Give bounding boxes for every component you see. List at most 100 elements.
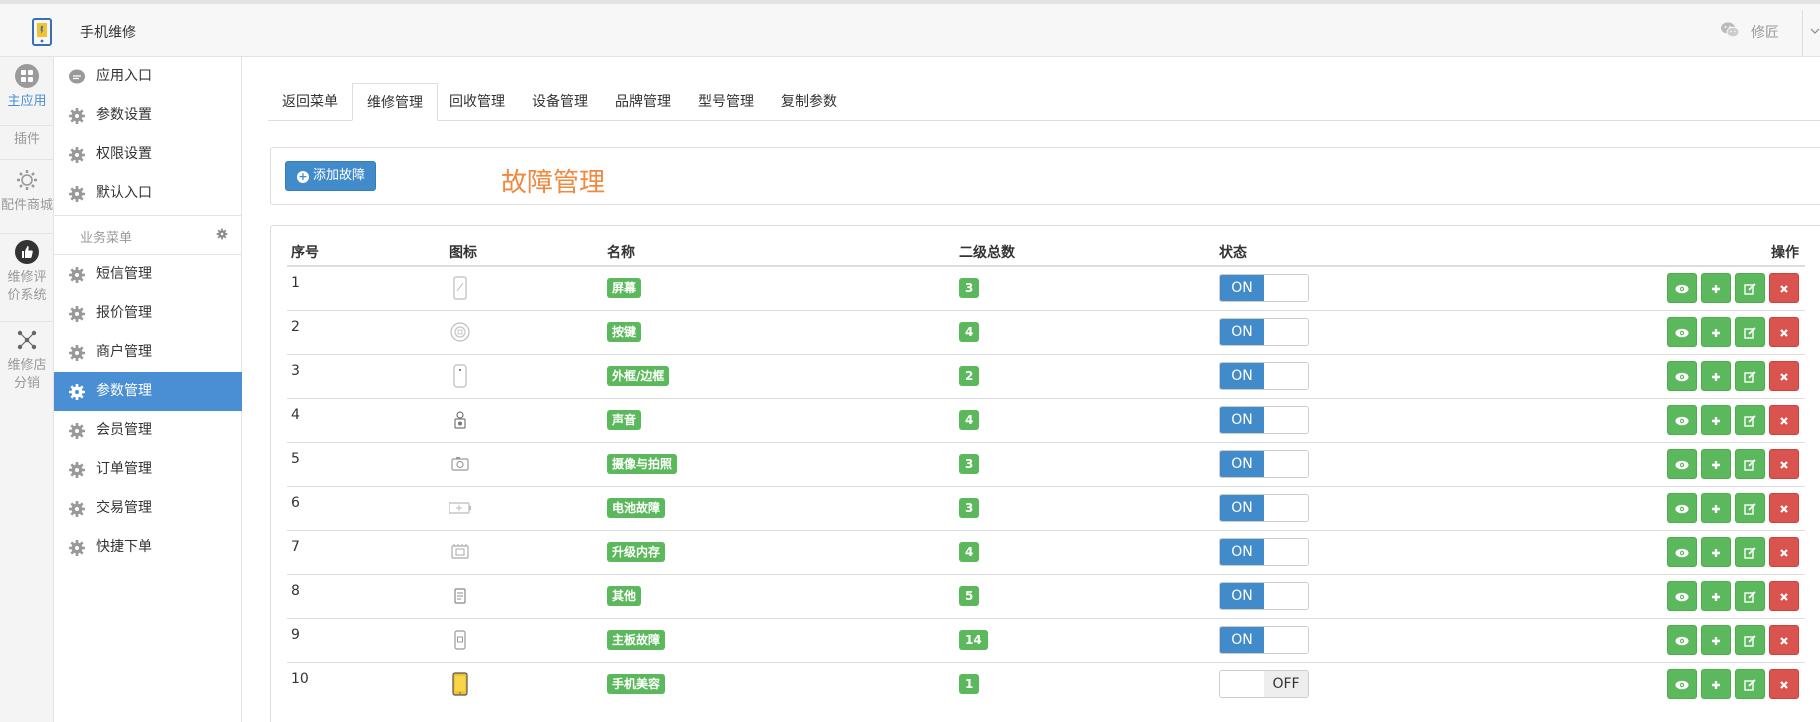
status-toggle[interactable]: ON xyxy=(1219,538,1309,566)
view-button[interactable] xyxy=(1667,669,1697,700)
add-sub-button[interactable] xyxy=(1701,405,1731,435)
chat-bubble-icon xyxy=(69,69,85,84)
edit-button[interactable] xyxy=(1735,493,1765,523)
tab-brand-management[interactable]: 品牌管理 xyxy=(601,83,685,121)
delete-button[interactable] xyxy=(1769,273,1799,304)
status-toggle[interactable]: ON xyxy=(1219,362,1309,390)
app-title: 手机维修 xyxy=(80,25,136,41)
eye-icon xyxy=(1675,325,1689,341)
table-row: 4 声音 4 ON xyxy=(287,397,1805,442)
menu-item-param-settings[interactable]: 参数设置 xyxy=(54,96,242,135)
delete-button[interactable] xyxy=(1769,581,1799,611)
edit-button[interactable] xyxy=(1735,581,1765,611)
add-fault-button[interactable]: + 添加故障 xyxy=(285,161,377,191)
col-index-header: 序号 xyxy=(287,238,445,267)
menu-item-permission-settings[interactable]: 权限设置 xyxy=(54,135,242,174)
gear-icon[interactable] xyxy=(216,228,228,240)
status-toggle[interactable]: ON xyxy=(1219,450,1309,478)
view-button[interactable] xyxy=(1667,625,1697,655)
status-toggle[interactable]: ON xyxy=(1219,406,1309,434)
tab-repair-management[interactable]: 维修管理 xyxy=(352,83,438,121)
status-toggle[interactable]: ON xyxy=(1219,318,1309,346)
view-button[interactable] xyxy=(1667,493,1697,523)
table-header-row: 序号 图标 名称 二级总数 状态 操作 xyxy=(287,238,1805,267)
view-button[interactable] xyxy=(1667,317,1697,347)
edit-button[interactable] xyxy=(1735,537,1765,567)
tab-back-menu[interactable]: 返回菜单 xyxy=(268,83,352,121)
add-sub-button[interactable] xyxy=(1701,625,1731,655)
gear-icon xyxy=(69,108,85,124)
phone-beauty-icon xyxy=(452,672,468,696)
menu-item-app-entry[interactable]: 应用入口 xyxy=(54,57,242,96)
eye-icon xyxy=(1675,413,1689,429)
edit-button[interactable] xyxy=(1735,449,1765,479)
fault-toolbar-panel: + 添加故障 故障管理 xyxy=(270,147,1820,205)
delete-button[interactable] xyxy=(1769,625,1799,655)
status-toggle[interactable]: ON xyxy=(1219,274,1309,303)
delete-button[interactable] xyxy=(1769,493,1799,523)
chevron-down-icon[interactable] xyxy=(1810,26,1820,36)
edit-icon xyxy=(1744,325,1756,341)
add-sub-button[interactable] xyxy=(1701,493,1731,523)
view-button[interactable] xyxy=(1667,537,1697,567)
edit-button[interactable] xyxy=(1735,625,1765,655)
add-sub-button[interactable] xyxy=(1701,537,1731,567)
edit-button[interactable] xyxy=(1735,317,1765,347)
view-button[interactable] xyxy=(1667,273,1697,304)
status-toggle[interactable]: OFF xyxy=(1219,670,1309,699)
tab-device-management[interactable]: 设备管理 xyxy=(518,83,602,121)
add-sub-button[interactable] xyxy=(1701,669,1731,700)
edit-button[interactable] xyxy=(1735,273,1765,304)
menu-item-param-management[interactable]: 参数管理 xyxy=(54,372,242,411)
add-sub-button[interactable] xyxy=(1701,449,1731,479)
view-button[interactable] xyxy=(1667,405,1697,435)
plugin-divider xyxy=(0,125,54,126)
add-sub-button[interactable] xyxy=(1701,273,1731,304)
menu-item-member[interactable]: 会员管理 xyxy=(54,411,242,450)
add-sub-button[interactable] xyxy=(1701,317,1731,347)
tab-recycle-management[interactable]: 回收管理 xyxy=(435,83,519,121)
delete-button[interactable] xyxy=(1769,669,1799,700)
menu-item-quote[interactable]: 报价管理 xyxy=(54,294,242,333)
add-sub-button[interactable] xyxy=(1701,581,1731,611)
switch-on-label: ON xyxy=(1220,539,1264,565)
tab-copy-params[interactable]: 复制参数 xyxy=(767,83,851,121)
view-button[interactable] xyxy=(1667,581,1697,611)
tab-model-management[interactable]: 型号管理 xyxy=(684,83,768,121)
delete-button[interactable] xyxy=(1769,405,1799,435)
delete-button[interactable] xyxy=(1769,537,1799,567)
wechat-icon[interactable] xyxy=(1720,21,1740,39)
menu-item-order[interactable]: 订单管理 xyxy=(54,450,242,489)
row-index: 3 xyxy=(287,353,445,398)
view-button[interactable] xyxy=(1667,449,1697,479)
edit-button[interactable] xyxy=(1735,361,1765,391)
view-button[interactable] xyxy=(1667,361,1697,391)
row-index: 2 xyxy=(287,309,445,354)
menu-item-sms[interactable]: 短信管理 xyxy=(54,255,242,294)
phone-screen-icon xyxy=(453,276,467,300)
edit-icon xyxy=(1744,281,1756,297)
status-toggle[interactable]: ON xyxy=(1219,494,1309,522)
plugin-main-app[interactable]: 主应用 xyxy=(0,63,54,111)
plus-icon xyxy=(1711,369,1721,385)
menu-item-merchant[interactable]: 商户管理 xyxy=(54,333,242,372)
edit-button[interactable] xyxy=(1735,669,1765,700)
add-sub-button[interactable] xyxy=(1701,361,1731,391)
delete-button[interactable] xyxy=(1769,361,1799,391)
status-toggle[interactable]: ON xyxy=(1219,582,1309,610)
menu-item-transaction[interactable]: 交易管理 xyxy=(54,489,242,528)
plugin-parts-mall[interactable]: 配件商城 xyxy=(0,167,54,215)
status-toggle[interactable]: ON xyxy=(1219,626,1309,654)
tab-bar: 返回菜单 维修管理 回收管理 设备管理 品牌管理 型号管理 复制参数 xyxy=(268,83,1820,121)
menu-item-quick-order[interactable]: 快捷下单 xyxy=(54,528,242,567)
menu-item-default-entry[interactable]: 默认入口 xyxy=(54,174,242,213)
switch-knob xyxy=(1220,671,1264,698)
gear-icon xyxy=(69,186,85,202)
delete-button[interactable] xyxy=(1769,317,1799,347)
plugin-distribution[interactable]: 维修店分销 xyxy=(0,327,54,393)
plugin-review-system[interactable]: 维修评价系统 xyxy=(0,239,54,305)
delete-button[interactable] xyxy=(1769,449,1799,479)
user-name[interactable]: 修匠 xyxy=(1751,22,1779,42)
row-index: 7 xyxy=(287,529,445,574)
edit-button[interactable] xyxy=(1735,405,1765,435)
